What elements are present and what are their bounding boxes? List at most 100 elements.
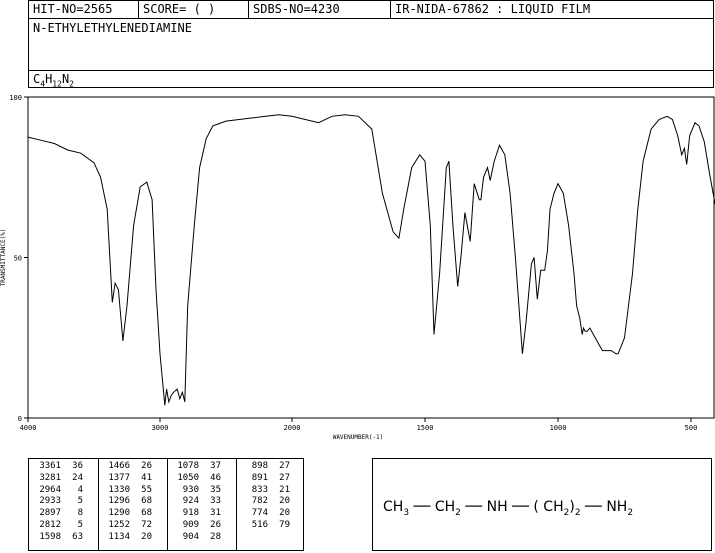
peak-transmittance: 37 xyxy=(210,461,221,471)
y-tick-label: 100 xyxy=(9,94,22,102)
peak-row: 516 79 xyxy=(238,520,290,532)
peak-row: 774 20 xyxy=(238,508,290,520)
peak-transmittance: 8 xyxy=(77,508,83,519)
bond: ── xyxy=(585,499,602,515)
y-tick-label: 0 xyxy=(18,415,22,423)
peak-transmittance: 31 xyxy=(210,508,221,519)
peak-row: 1466 26 xyxy=(100,461,152,473)
peak-row: 3361 36 xyxy=(31,461,83,473)
peak-wavenumber: 1296 xyxy=(108,496,130,507)
peak-row: 2933 5 xyxy=(31,496,83,508)
peak-transmittance: 41 xyxy=(141,472,152,483)
peak-transmittance: 26 xyxy=(210,519,221,530)
peak-transmittance: 36 xyxy=(72,461,83,471)
y-axis-label: TRANSMITTANCE(%) xyxy=(0,229,7,287)
peak-wavenumber: 1134 xyxy=(108,531,130,542)
peak-row: 2812 5 xyxy=(31,520,83,532)
peak-row: 930 35 xyxy=(169,485,221,497)
x-tick-label: 500 xyxy=(685,424,698,432)
peak-row: 1290 68 xyxy=(100,508,152,520)
spectrum-line xyxy=(27,114,715,406)
peak-transmittance: 33 xyxy=(210,496,221,507)
peak-transmittance: 55 xyxy=(141,484,152,495)
peak-transmittance: 5 xyxy=(77,519,83,530)
peak-column: 3361 36 3281 24 2964 4 2933 5 2897 8 2812 5 1598 63 xyxy=(31,461,83,544)
peak-row: 904 28 xyxy=(169,532,221,544)
peak-wavenumber: 1078 xyxy=(177,461,199,471)
peak-wavenumber: 918 xyxy=(182,508,199,519)
peak-wavenumber: 2933 xyxy=(39,496,61,507)
peak-row: 1296 68 xyxy=(100,496,152,508)
peak-transmittance: 26 xyxy=(141,461,152,471)
peak-row: 898 27 xyxy=(238,461,290,473)
peak-row: 1330 55 xyxy=(100,485,152,497)
peak-column: 898 27 891 27 833 21 782 20 774 20 516 79 xyxy=(238,461,290,532)
peak-wavenumber: 930 xyxy=(182,484,199,495)
peak-wavenumber: 1330 xyxy=(108,484,130,495)
x-tick-label: 2000 xyxy=(284,424,301,432)
column-separator xyxy=(167,459,168,550)
peak-transmittance: 35 xyxy=(210,484,221,495)
peak-row: 782 20 xyxy=(238,496,290,508)
peak-wavenumber: 516 xyxy=(251,519,268,530)
peak-wavenumber: 1050 xyxy=(177,472,199,483)
peak-transmittance: 24 xyxy=(72,472,83,483)
peak-transmittance: 5 xyxy=(77,496,83,507)
y-tick-label: 50 xyxy=(14,255,22,263)
peak-transmittance: 28 xyxy=(210,531,221,542)
peak-column: 1466 26 1377 41 1330 55 1296 68 1290 68 1252 72 1134… xyxy=(100,461,152,544)
peak-row: 1377 41 xyxy=(100,473,152,485)
bond: ── xyxy=(413,499,431,515)
peak-row: 3281 24 xyxy=(31,473,83,485)
x-tick-label: 3000 xyxy=(152,424,169,432)
peak-row: 1598 63 xyxy=(31,532,83,544)
peak-wavenumber: 2964 xyxy=(39,484,61,495)
x-tick-label: 4000 xyxy=(20,424,37,432)
peak-wavenumber: 3281 xyxy=(39,472,61,483)
structure-box: CH3 ── CH2 ── NH ── ( CH2)2 ── NH2 xyxy=(372,458,712,551)
peak-transmittance: 68 xyxy=(141,496,152,507)
peak-row: 891 27 xyxy=(238,473,290,485)
peak-wavenumber: 2812 xyxy=(39,519,61,530)
peak-transmittance: 20 xyxy=(141,531,152,542)
peak-wavenumber: 924 xyxy=(182,496,199,507)
peak-wavenumber: 891 xyxy=(251,472,268,483)
peak-transmittance: 27 xyxy=(279,461,290,471)
peak-row: 924 33 xyxy=(169,496,221,508)
peak-row: 2897 8 xyxy=(31,508,83,520)
peak-transmittance: 20 xyxy=(279,508,290,519)
peak-wavenumber: 782 xyxy=(251,496,268,507)
peak-wavenumber: 2897 xyxy=(39,508,61,519)
peak-column: 1078 37 1050 46 930 35 924 33 918 31 909 26 904 28 xyxy=(169,461,221,544)
peak-transmittance: 72 xyxy=(141,519,152,530)
x-tick-label: 1000 xyxy=(550,424,567,432)
peak-transmittance: 21 xyxy=(279,484,290,495)
x-axis-label: WAVENUMBER(-1) xyxy=(333,434,384,441)
peak-wavenumber: 1598 xyxy=(39,531,61,542)
peak-row: 909 26 xyxy=(169,520,221,532)
peak-transmittance: 68 xyxy=(141,508,152,519)
bond: ── xyxy=(512,499,529,515)
peak-wavenumber: 1466 xyxy=(108,461,130,471)
peak-wavenumber: 774 xyxy=(251,508,268,519)
peak-transmittance: 20 xyxy=(279,496,290,507)
peak-transmittance: 27 xyxy=(279,472,290,483)
peak-wavenumber: 1290 xyxy=(108,508,130,519)
peak-transmittance: 46 xyxy=(210,472,221,483)
peak-row: 1050 46 xyxy=(169,473,221,485)
peak-transmittance: 79 xyxy=(279,519,290,530)
peak-wavenumber: 833 xyxy=(251,484,268,495)
peak-transmittance: 63 xyxy=(72,531,83,542)
peak-row: 1078 37 xyxy=(169,461,221,473)
peak-wavenumber: 1377 xyxy=(108,472,130,483)
peak-wavenumber: 904 xyxy=(182,531,199,542)
peak-wavenumber: 909 xyxy=(182,519,199,530)
peak-row: 1134 20 xyxy=(100,532,152,544)
peak-row: 2964 4 xyxy=(31,485,83,497)
peak-row: 918 31 xyxy=(169,508,221,520)
peak-wavenumber: 898 xyxy=(251,461,268,471)
ir-spectrum-chart: 4000 3000 2000 1500 1000 500 0 50 100 WAVENUMBER(… xyxy=(0,94,715,441)
bond: ── xyxy=(465,499,483,515)
column-separator xyxy=(98,459,99,550)
x-tick-label: 1500 xyxy=(417,424,434,432)
